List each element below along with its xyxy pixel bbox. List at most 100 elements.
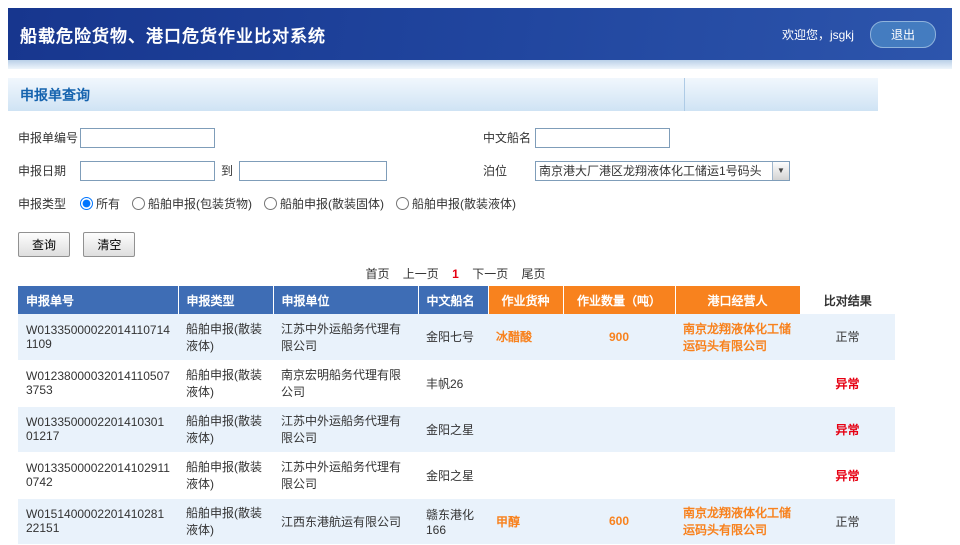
col-header-agent: 申报单位 xyxy=(273,286,418,314)
table-row: W015140000220141028122151 船舶申报(散装液体) 江西东… xyxy=(18,498,895,544)
cell-declaration-no: W013350000220141030101217 xyxy=(18,406,178,452)
radio-bulk-liquid-input[interactable] xyxy=(396,197,409,210)
radio-option-bulk-liquid[interactable]: 船舶申报(散装液体) xyxy=(396,195,516,212)
date-from-input[interactable] xyxy=(80,161,215,181)
table-row: W013350000220141029110742 船舶申报(散装液体) 江苏中… xyxy=(18,452,895,498)
radio-bulk-solid-label: 船舶申报(散装固体) xyxy=(280,195,384,212)
radio-packaged-input[interactable] xyxy=(132,197,145,210)
logout-button[interactable]: 退出 xyxy=(870,21,936,48)
spacer xyxy=(8,69,952,77)
app-title: 船载危险货物、港口危货作业比对系统 xyxy=(20,22,326,47)
cell-ship: 金阳之星 xyxy=(418,452,488,498)
cell-agent: 南京宏明船务代理有限公司 xyxy=(273,360,418,406)
page-first-link[interactable]: 首页 xyxy=(365,267,389,281)
cell-cargo xyxy=(488,452,563,498)
cell-agent: 江苏中外运船务代理有限公司 xyxy=(273,314,418,360)
radio-option-packaged[interactable]: 船舶申报(包装货物) xyxy=(132,195,252,212)
declaration-no-label: 申报单编号 xyxy=(18,129,80,146)
ship-name-group: 中文船名 xyxy=(483,128,670,148)
radio-bulk-liquid-label: 船舶申报(散装液体) xyxy=(412,195,516,212)
col-header-ship: 中文船名 xyxy=(418,286,488,314)
cell-cargo xyxy=(488,360,563,406)
radio-all-input[interactable] xyxy=(80,197,93,210)
berth-group: 泊位 南京港大厂港区龙翔液体化工储运1号码头 ▼ xyxy=(483,161,790,181)
cell-type: 船舶申报(散装液体) xyxy=(178,498,273,544)
berth-selected-value: 南京港大厂港区龙翔液体化工储运1号码头 xyxy=(536,162,762,179)
page-last-link[interactable]: 尾页 xyxy=(522,267,546,281)
cell-agent: 江西东港航运有限公司 xyxy=(273,498,418,544)
cell-agent: 江苏中外运船务代理有限公司 xyxy=(273,406,418,452)
cell-type: 船舶申报(散装液体) xyxy=(178,360,273,406)
table-row: W013350000220141030101217 船舶申报(散装液体) 江苏中… xyxy=(18,406,895,452)
berth-label: 泊位 xyxy=(483,162,535,179)
cell-declaration-no: W012380000320141105073753 xyxy=(18,360,178,406)
cell-result: 异常 xyxy=(800,452,895,498)
table-header-row: 申报单号 申报类型 申报单位 中文船名 作业货种 作业数量（吨） 港口经营人 比… xyxy=(18,286,895,314)
page-root: 船载危险货物、港口危货作业比对系统 欢迎您，jsgkj 退出 申报单查询 申报单… xyxy=(0,0,960,545)
cell-quantity xyxy=(563,360,675,406)
app-header: 船载危险货物、港口危货作业比对系统 欢迎您，jsgkj 退出 xyxy=(8,8,952,60)
form-row-1: 申报单编号 中文船名 xyxy=(18,121,952,154)
section-bar-inner: 申报单查询 xyxy=(8,77,878,111)
declaration-no-input[interactable] xyxy=(80,128,215,148)
cell-result: 异常 xyxy=(800,360,895,406)
declare-date-label: 申报日期 xyxy=(18,162,80,179)
cell-type: 船舶申报(散装液体) xyxy=(178,314,273,360)
cell-quantity xyxy=(563,452,675,498)
header-right: 欢迎您，jsgkj 退出 xyxy=(782,21,936,48)
table-row: W012380000320141105073753 船舶申报(散装液体) 南京宏… xyxy=(18,360,895,406)
dropdown-arrow-icon[interactable]: ▼ xyxy=(772,162,789,180)
cell-type: 船舶申报(散装液体) xyxy=(178,406,273,452)
cell-declaration-no: W013350000220141029110742 xyxy=(18,452,178,498)
cell-declaration-no: W015140000220141028122151 xyxy=(18,498,178,544)
cell-cargo: 冰醋酸 xyxy=(488,314,563,360)
cell-operator: 南京龙翔液体化工储运码头有限公司 xyxy=(675,314,800,360)
col-header-cargo: 作业货种 xyxy=(488,286,563,314)
cell-agent: 江苏中外运船务代理有限公司 xyxy=(273,452,418,498)
declare-type-radio-group: 所有 船舶申报(包装货物) 船舶申报(散装固体) 船舶申报(散装液体) xyxy=(80,195,528,212)
cell-operator xyxy=(675,452,800,498)
radio-option-bulk-solid[interactable]: 船舶申报(散装固体) xyxy=(264,195,384,212)
section-bar: 申报单查询 xyxy=(8,77,952,111)
cell-quantity: 900 xyxy=(563,314,675,360)
cell-result: 正常 xyxy=(800,314,895,360)
section-divider xyxy=(684,78,685,111)
pagination: 首页 上一页 1 下一页 尾页 xyxy=(8,265,903,282)
header-bottom-strip xyxy=(8,60,952,69)
col-header-operator: 港口经营人 xyxy=(675,286,800,314)
ship-name-label: 中文船名 xyxy=(483,129,535,146)
cell-operator xyxy=(675,360,800,406)
form-buttons: 查询 清空 xyxy=(8,220,952,257)
ship-name-input[interactable] xyxy=(535,128,670,148)
radio-all-label: 所有 xyxy=(96,195,120,212)
cell-quantity xyxy=(563,406,675,452)
cell-type: 船舶申报(散装液体) xyxy=(178,452,273,498)
form-row-3: 申报类型 所有 船舶申报(包装货物) 船舶申报(散装固体) 船舶申报(散装液体) xyxy=(18,187,952,220)
table-row: W013350000220141107141109 船舶申报(散装液体) 江苏中… xyxy=(18,314,895,360)
radio-option-all[interactable]: 所有 xyxy=(80,195,120,212)
form-row-2: 申报日期 到 泊位 南京港大厂港区龙翔液体化工储运1号码头 ▼ xyxy=(18,154,952,187)
page-current: 1 xyxy=(452,267,459,281)
cell-ship: 金阳之星 xyxy=(418,406,488,452)
date-to-text: 到 xyxy=(221,162,233,179)
cell-cargo: 甲醇 xyxy=(488,498,563,544)
cell-ship: 金阳七号 xyxy=(418,314,488,360)
query-form: 申报单编号 中文船名 申报日期 到 泊位 南京港大厂港区龙翔液体化工储运1号码头… xyxy=(8,111,952,220)
date-to-input[interactable] xyxy=(239,161,387,181)
col-header-declaration-no: 申报单号 xyxy=(18,286,178,314)
page-next-link[interactable]: 下一页 xyxy=(472,267,508,281)
cell-result: 异常 xyxy=(800,406,895,452)
cell-result: 正常 xyxy=(800,498,895,544)
welcome-text: 欢迎您，jsgkj xyxy=(782,26,854,43)
cell-operator xyxy=(675,406,800,452)
page-prev-link[interactable]: 上一页 xyxy=(403,267,439,281)
section-title: 申报单查询 xyxy=(20,85,90,105)
query-button[interactable]: 查询 xyxy=(18,232,70,257)
cell-declaration-no: W013350000220141107141109 xyxy=(18,314,178,360)
berth-select[interactable]: 南京港大厂港区龙翔液体化工储运1号码头 ▼ xyxy=(535,161,790,181)
clear-button[interactable]: 清空 xyxy=(83,232,135,257)
col-header-quantity: 作业数量（吨） xyxy=(563,286,675,314)
col-header-type: 申报类型 xyxy=(178,286,273,314)
col-header-result: 比对结果 xyxy=(800,286,895,314)
radio-bulk-solid-input[interactable] xyxy=(264,197,277,210)
